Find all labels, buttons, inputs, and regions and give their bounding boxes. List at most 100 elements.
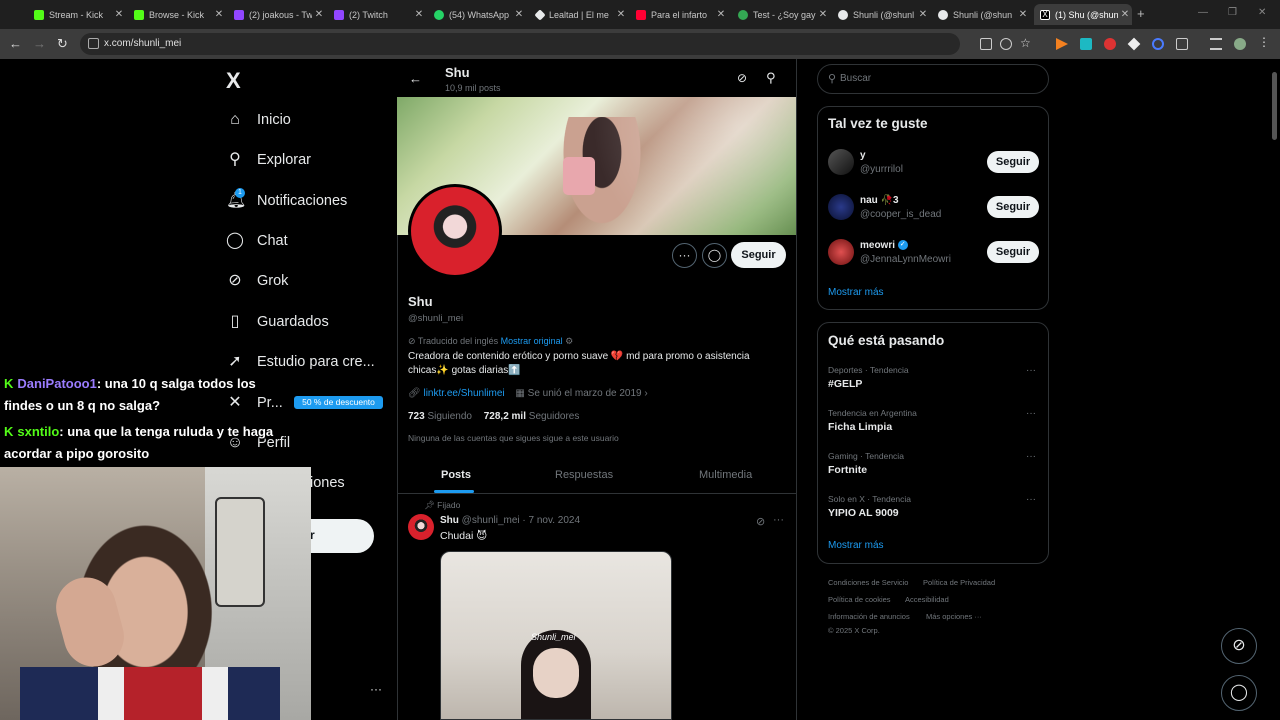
x-logo[interactable]: X [226,68,241,94]
browser-tab[interactable]: Shunli (@shun ✕ [932,4,1030,25]
maximize-icon[interactable]: ❐ [1228,7,1237,18]
extension-icon[interactable] [1080,38,1092,50]
back-icon[interactable]: ← [9,36,22,51]
suggestion-avatar[interactable] [828,194,854,220]
grok-fab-icon[interactable]: ⊘ [1221,628,1257,664]
forward-icon[interactable]: → [33,36,46,51]
footer-link[interactable]: Política de cookies [828,595,891,604]
chat-fab-icon[interactable]: ◯ [1221,675,1257,711]
follow-button[interactable]: Seguir [987,151,1039,173]
follow-button[interactable]: Seguir [987,196,1039,218]
sidebar-item-inicio[interactable]: ⌂ Inicio [226,108,291,132]
follow-button[interactable]: Seguir [987,241,1039,263]
trend-more-icon[interactable]: ··· [1026,451,1036,462]
browser-tab[interactable]: (2) joakous - Tw ✕ [228,4,326,25]
trends-show-more-link[interactable]: Mostrar más [828,540,884,551]
browser-tab[interactable]: Stream - Kick ✕ [28,4,126,25]
suggestion-handle[interactable]: @yurrrilol [860,164,903,175]
trend-more-icon[interactable]: ··· [1026,494,1036,505]
trend-name[interactable]: #GELP [828,378,862,390]
window-close-icon[interactable]: ✕ [1258,7,1266,18]
reload-icon[interactable]: ↻ [57,36,68,52]
suggestion-handle[interactable]: @JennaLynnMeowri [860,254,951,265]
post-date[interactable]: · 7 nov. 2024 [522,515,580,526]
browser-tab[interactable]: (54) WhatsApp ✕ [428,4,526,25]
account-menu-icon[interactable]: ··· [370,682,382,696]
trend-name[interactable]: Fortnite [828,464,867,476]
close-icon[interactable]: ✕ [212,9,226,20]
extension-play-icon[interactable] [1056,38,1068,50]
profile-link[interactable]: linktr.ee/Shunlimei [423,388,504,399]
post-more-icon[interactable]: ··· [773,514,784,526]
bookmark-star-icon[interactable]: ☆ [1020,36,1032,50]
post-author-handle[interactable]: @shunli_mei [462,515,520,526]
extensions-puzzle-icon[interactable] [1176,38,1188,50]
tab-multimedia[interactable]: Multimedia [699,469,752,481]
site-info-icon[interactable] [88,38,99,49]
extension-diamond-icon[interactable] [1127,37,1141,51]
scrollbar[interactable] [1270,61,1278,718]
sidebar-item-explorar[interactable]: ⚲ Explorar [226,148,311,172]
follow-button[interactable]: Seguir [731,242,786,268]
message-icon[interactable]: ◯ [702,243,727,268]
suggestion-avatar[interactable] [828,149,854,175]
footer-link[interactable]: Accesibilidad [905,595,949,604]
close-icon[interactable]: ✕ [1016,9,1030,20]
back-arrow-icon[interactable]: ← [409,71,422,86]
followers-label[interactable]: Seguidores [529,411,580,422]
suggestion-name[interactable]: nau 🥀3 [860,195,899,206]
close-icon[interactable]: ✕ [714,9,728,20]
close-icon[interactable]: ✕ [512,9,526,20]
sidebar-item-more[interactable]: iones [310,475,345,491]
reading-list-icon[interactable] [1210,38,1222,50]
new-tab-button[interactable]: + [1137,6,1145,21]
eye-off-icon[interactable] [1000,38,1012,50]
sidebar-item-guardados[interactable]: ▯ Guardados [226,310,329,334]
browser-tab[interactable]: Lealtad | El me ✕ [530,4,628,25]
browser-tab[interactable]: (2) Twitch ✕ [328,4,426,25]
close-icon[interactable]: ✕ [816,9,830,20]
footer-link[interactable]: Información de anuncios [828,612,910,621]
show-more-link[interactable]: Mostrar más [828,287,884,298]
footer-link[interactable]: Más opciones ··· [926,612,982,621]
sidebar-item-estudio[interactable]: ➚ Estudio para cre... [226,350,374,374]
close-icon[interactable]: ✕ [1118,9,1132,20]
minimize-icon[interactable]: — [1198,7,1208,18]
chevron-right-icon[interactable]: › [642,388,647,399]
close-icon[interactable]: ✕ [614,9,628,20]
address-bar[interactable]: x.com/shunli_mei [80,33,960,55]
close-icon[interactable]: ✕ [412,9,426,20]
trend-name[interactable]: Ficha Limpia [828,421,892,433]
post-image[interactable]: Shunli_mei [440,551,672,720]
sidebar-item-grok[interactable]: ⊘ Grok [226,269,288,293]
tab-posts[interactable]: Posts [441,469,471,481]
cast-icon[interactable] [980,38,992,50]
post-author-name[interactable]: Shu [440,515,459,526]
following-label[interactable]: Siguiendo [427,411,471,422]
premium-discount-badge[interactable]: 50 % de descuento [294,396,383,409]
close-icon[interactable]: ✕ [312,9,326,20]
show-original-link[interactable]: Mostrar original [501,336,563,346]
following-count[interactable]: 723 [408,411,425,422]
browser-tab[interactable]: Para el infarto ✕ [630,4,728,25]
trend-more-icon[interactable]: ··· [1026,408,1036,419]
settings-icon[interactable]: ⚙ [565,336,573,346]
profile-avatar[interactable] [408,184,502,278]
close-icon[interactable]: ✕ [916,9,930,20]
grok-icon[interactable]: ⊘ [737,71,747,85]
suggestion-handle[interactable]: @cooper_is_dead [860,209,941,220]
record-icon[interactable] [1104,38,1116,50]
post-avatar[interactable] [408,514,434,540]
trend-name[interactable]: YIPIO AL 9009 [828,507,899,519]
suggestion-name[interactable]: y [860,150,866,161]
followers-count[interactable]: 728,2 mil [484,411,526,422]
footer-link[interactable]: Condiciones de Servicio [828,578,908,587]
tab-respuestas[interactable]: Respuestas [555,469,613,481]
extension-wave-icon[interactable] [1152,38,1164,50]
suggestion-name[interactable]: meowri ✓ [860,240,908,251]
search-input[interactable]: ⚲ Buscar [817,64,1049,94]
search-icon[interactable]: ⚲ [766,70,776,86]
more-options-icon[interactable]: ··· [672,243,697,268]
suggestion-avatar[interactable] [828,239,854,265]
browser-tab[interactable]: Test - ¿Soy gay ✕ [732,4,830,25]
